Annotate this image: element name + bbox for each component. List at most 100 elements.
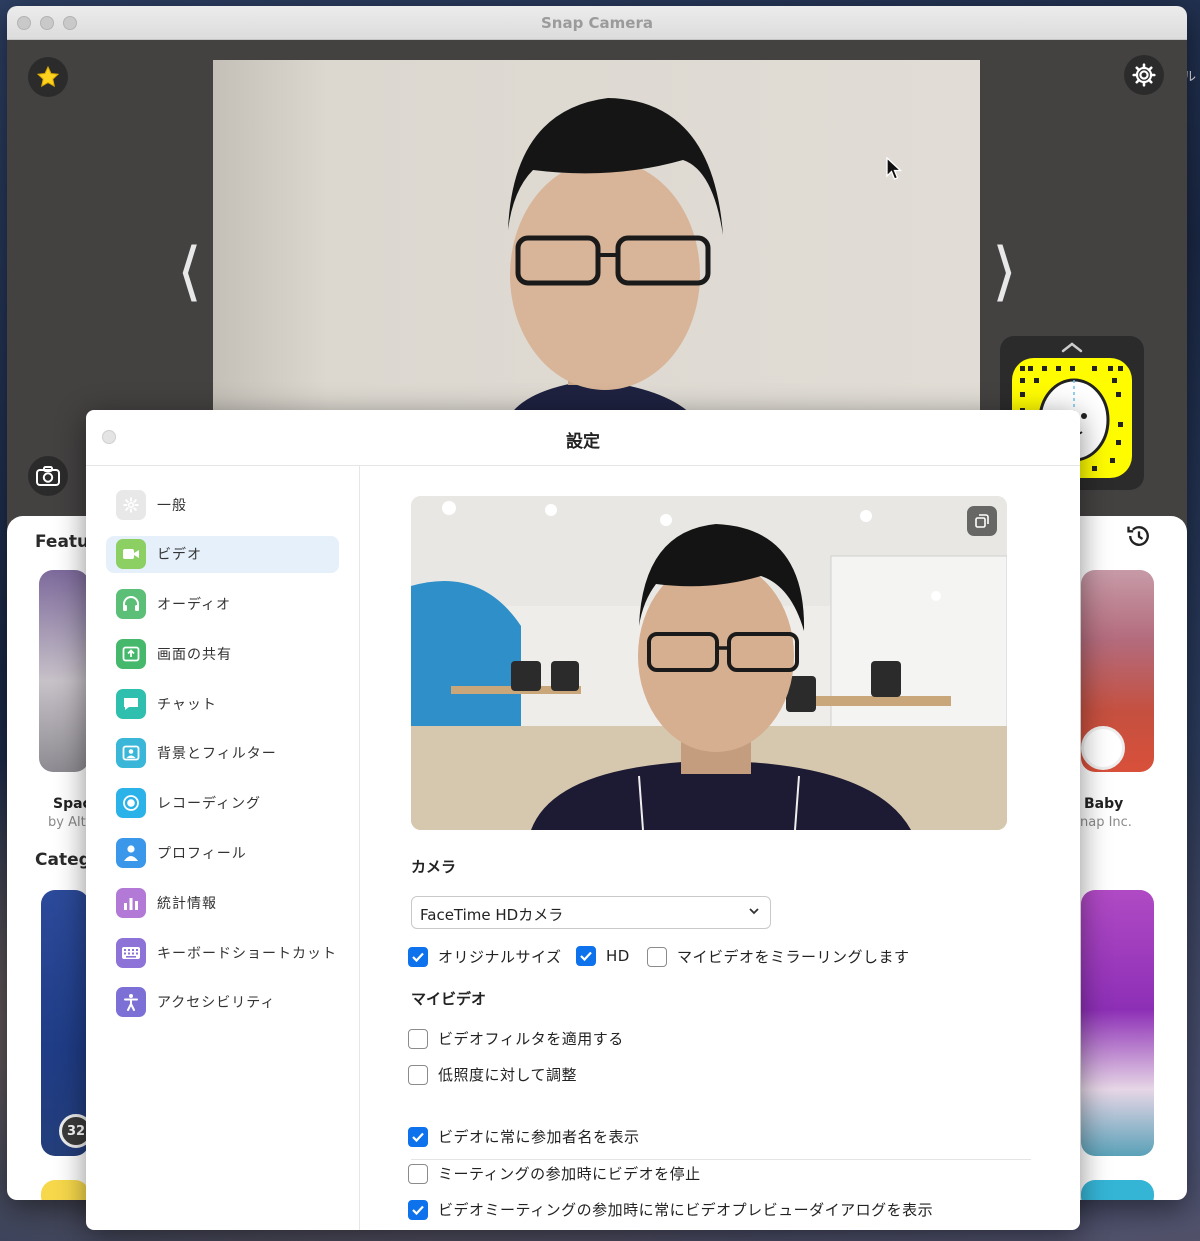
low-light-checkbox[interactable]: 低照度に対して調整 (408, 1064, 577, 1085)
capture-photo-button[interactable] (28, 456, 68, 496)
sidebar-item-label: オーディオ (157, 597, 232, 614)
sidebar-item-background[interactable]: 背景とフィルター (106, 735, 339, 772)
sidebar-item-label: キーボードショートカット (157, 945, 337, 962)
previous-lens-arrow[interactable]: ⟨ (177, 240, 202, 304)
video-filter-checkbox[interactable]: ビデオフィルタを適用する (408, 1028, 624, 1049)
lens-avatar (1081, 726, 1125, 770)
gear-icon (116, 489, 146, 520)
share-screen-icon (116, 638, 146, 669)
sidebar-item-profile[interactable]: プロフィール (106, 835, 339, 872)
settings-header: 設定 (86, 410, 1080, 466)
show-video-preview-checkbox[interactable]: ビデオミーティングの参加時に常にビデオプレビューダイアログを表示 (408, 1199, 933, 1220)
history-button[interactable] (1119, 516, 1159, 556)
show-participant-name-checkbox[interactable]: ビデオに常に参加者名を表示 (408, 1126, 640, 1147)
category-card-right[interactable] (1081, 890, 1154, 1156)
background-icon (116, 738, 146, 769)
next-lens-arrow[interactable]: ⟩ (992, 240, 1017, 304)
chevron-down-icon (749, 908, 759, 915)
mouse-cursor-icon (886, 157, 902, 180)
checkbox[interactable] (576, 946, 596, 966)
sidebar-item-general[interactable]: 一般 (106, 486, 339, 523)
settings-sidebar: 一般 ビデオ オーディオ 画面の共有 チャット 背景とフィルター レコーディング… (86, 466, 360, 1230)
chat-icon (116, 688, 146, 719)
statistics-icon (116, 887, 146, 918)
lens-right-name: Baby (1084, 796, 1124, 812)
checkbox[interactable] (408, 1126, 428, 1147)
accessibility-icon (116, 987, 146, 1018)
category-card-bottom-left[interactable] (41, 1180, 89, 1200)
sidebar-item-recording[interactable]: レコーディング (106, 785, 339, 822)
checkbox[interactable] (408, 946, 428, 967)
rotate-camera-button[interactable] (967, 506, 997, 536)
sidebar-item-audio[interactable]: オーディオ (106, 586, 339, 623)
gear-icon (1132, 63, 1156, 87)
favorites-button[interactable] (28, 57, 68, 97)
sidebar-item-label: 背景とフィルター (157, 746, 277, 763)
mirror-video-checkbox[interactable]: マイビデオをミラーリングします (647, 946, 910, 967)
video-camera-icon (116, 539, 146, 570)
sidebar-item-label: 一般 (157, 497, 187, 514)
my-video-section-title: マイビデオ (411, 990, 487, 1008)
stop-video-on-join-checkbox[interactable]: ミーティングの参加時にビデオを停止 (408, 1163, 701, 1184)
camera-preview (213, 60, 980, 430)
checkbox[interactable] (408, 1199, 428, 1220)
checkbox-label: ミーティングの参加時にビデオを停止 (438, 1165, 701, 1183)
sidebar-item-accessibility[interactable]: アクセシビリティ (106, 984, 339, 1021)
checkbox-label: マイビデオをミラーリングします (677, 948, 910, 966)
section-divider (411, 1159, 1031, 1160)
keyboard-icon (116, 937, 146, 968)
checkbox-label: 低照度に対して調整 (438, 1066, 578, 1084)
category-card-left[interactable]: 32 (41, 890, 89, 1156)
lens-left-author: by Alt (48, 815, 86, 830)
camera-icon (36, 466, 60, 486)
featured-lens-card-right[interactable] (1081, 570, 1154, 772)
preview-scene (411, 496, 1007, 830)
camera-section-title: カメラ (411, 858, 457, 876)
featured-heading: Featu (35, 532, 90, 552)
sidebar-item-video[interactable]: ビデオ (106, 535, 339, 573)
settings-button[interactable] (1124, 55, 1164, 95)
sidebar-item-label: プロフィール (157, 846, 247, 863)
video-preview (411, 496, 1007, 830)
checkbox-label: オリジナルサイズ (438, 948, 562, 966)
featured-lens-card-left[interactable] (39, 570, 89, 772)
window-title: Snap Camera (540, 14, 654, 32)
original-size-checkbox[interactable]: オリジナルサイズ (408, 946, 562, 967)
sidebar-item-keyboard-shortcuts[interactable]: キーボードショートカット (106, 934, 339, 971)
sidebar-item-statistics[interactable]: 統計情報 (106, 884, 339, 921)
sidebar-item-label: アクセシビリティ (157, 995, 276, 1012)
sidebar-item-label: 統計情報 (157, 895, 217, 912)
sidebar-item-label: チャット (157, 696, 217, 713)
chevron-up-icon (1061, 342, 1083, 353)
rotate-icon (975, 514, 989, 528)
settings-dialog: 設定 一般 ビデオ オーディオ 画面の共有 チャット 背景とフィルター レコーデ… (86, 410, 1080, 1230)
person-silhouette (213, 60, 980, 430)
category-card-bottom-right[interactable] (1081, 1180, 1154, 1200)
profile-icon (116, 838, 146, 869)
check-icon (412, 952, 424, 962)
sidebar-item-label: ビデオ (157, 547, 202, 564)
snap-titlebar: Snap Camera (7, 6, 1187, 40)
hd-checkbox[interactable]: HD (576, 946, 630, 966)
sidebar-item-label: 画面の共有 (157, 646, 232, 663)
sidebar-item-label: レコーディング (157, 796, 262, 813)
headphones-icon (116, 589, 146, 620)
lens-badge: 32 (59, 1114, 89, 1148)
categories-heading: Categ (35, 850, 91, 870)
lens-right-author: nap Inc. (1080, 815, 1132, 830)
checkbox-label: ビデオミーティングの参加時に常にビデオプレビューダイアログを表示 (438, 1201, 934, 1219)
video-settings-panel: カメラ FaceTime HDカメラ オリジナルサイズ HD マイビデオをミラー… (361, 466, 1080, 1230)
sidebar-item-chat[interactable]: チャット (106, 685, 339, 722)
checkbox[interactable] (647, 946, 667, 967)
checkbox[interactable] (408, 1163, 428, 1184)
checkbox-label: HD (606, 947, 630, 965)
camera-select[interactable]: FaceTime HDカメラ (411, 896, 771, 929)
checkbox-label: ビデオフィルタを適用する (438, 1030, 624, 1048)
checkbox[interactable] (408, 1064, 428, 1085)
sidebar-item-share-screen[interactable]: 画面の共有 (106, 635, 339, 672)
history-icon (1127, 526, 1149, 546)
checkbox[interactable] (408, 1028, 428, 1049)
checkbox-label: ビデオに常に参加者名を表示 (438, 1128, 640, 1146)
camera-select-value: FaceTime HDカメラ (420, 906, 564, 924)
record-icon (116, 788, 146, 819)
